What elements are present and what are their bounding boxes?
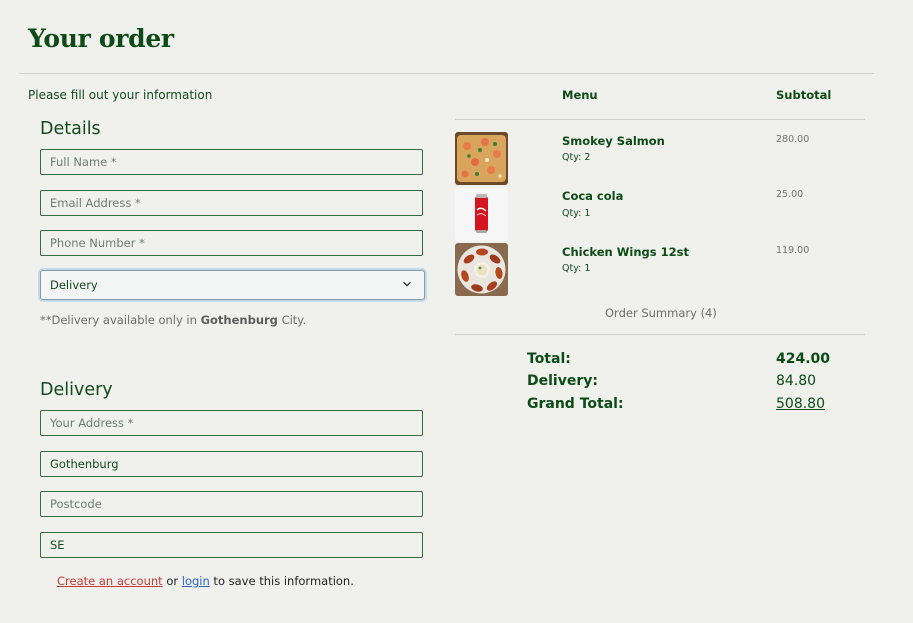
item-price: 280.00	[776, 134, 810, 145]
create-account-link[interactable]: Create an account	[57, 574, 163, 588]
chevron-down-icon	[403, 281, 411, 287]
subtotal-column-header: Subtotal	[776, 88, 832, 102]
page-title: Your order	[28, 24, 174, 53]
item-name: Smokey Salmon	[562, 134, 665, 148]
delivery-note: **Delivery available only in Gothenburg …	[40, 313, 307, 327]
menu-column-header: Menu	[562, 88, 598, 102]
address-field[interactable]	[40, 410, 423, 436]
delivery-city-name: Gothenburg	[200, 313, 278, 327]
header-divider	[19, 73, 874, 74]
postcode-field[interactable]	[40, 491, 423, 517]
item-qty: Qty: 1	[562, 263, 591, 274]
summary-divider	[455, 334, 865, 335]
item-price: 25.00	[776, 189, 804, 200]
order-method-select[interactable]: Delivery	[40, 270, 425, 300]
save-info-text: Create an account or login to save this …	[57, 574, 354, 588]
full-name-field[interactable]	[40, 149, 423, 175]
coca-cola-can-photo	[455, 188, 508, 241]
phone-field[interactable]	[40, 230, 423, 256]
order-method-value: Delivery	[50, 278, 98, 292]
total-value: 424.00	[776, 351, 831, 367]
details-heading: Details	[40, 119, 101, 139]
country-field[interactable]	[40, 532, 423, 558]
grand-total-value: 508.80	[776, 396, 825, 412]
city-field[interactable]	[40, 451, 423, 477]
item-qty: Qty: 2	[562, 152, 591, 163]
login-link[interactable]: login	[182, 574, 210, 588]
order-summary-label: Order Summary (4)	[605, 306, 717, 320]
salmon-pizza-photo	[455, 132, 508, 185]
menu-header-divider	[455, 119, 865, 120]
grand-total-label: Grand Total:	[527, 396, 624, 412]
item-name: Coca cola	[562, 189, 624, 203]
delivery-heading: Delivery	[40, 380, 113, 400]
form-intro: Please fill out your information	[28, 88, 213, 102]
item-name: Chicken Wings 12st	[562, 245, 689, 259]
chicken-wings-photo	[455, 243, 508, 296]
item-qty: Qty: 1	[562, 208, 591, 219]
delivery-fee-value: 84.80	[776, 373, 817, 389]
delivery-fee-label: Delivery:	[527, 373, 598, 389]
email-field[interactable]	[40, 190, 423, 216]
item-price: 119.00	[776, 245, 810, 256]
total-label: Total:	[527, 351, 571, 367]
